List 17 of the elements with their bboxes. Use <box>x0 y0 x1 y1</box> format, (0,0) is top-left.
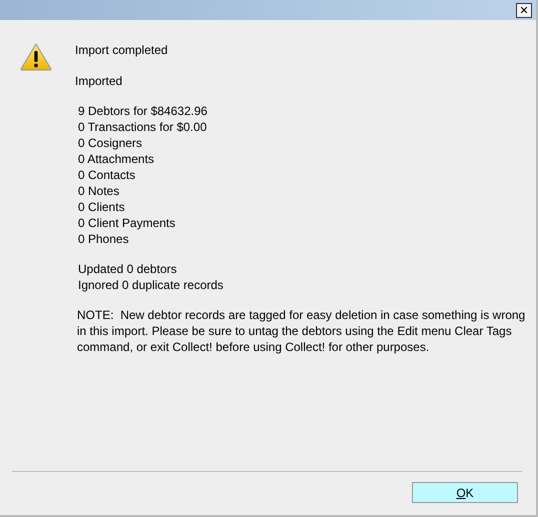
count-line: 0 Cosigners <box>78 135 144 151</box>
count-line: 0 Notes <box>78 183 120 199</box>
close-button[interactable]: ✕ <box>516 2 532 18</box>
subheading-text: Imported <box>75 73 124 89</box>
note-text: NOTE: New debtor records are tagged for easy deletion in case something is wrong in this import. Please be sure to untag the debtors using the Edit menu Clear Tags command, or exit Collect! before using Collect! for other purposes. <box>77 307 526 355</box>
count-line: 0 Contacts <box>78 167 136 183</box>
count-line: 0 Client Payments <box>78 215 176 231</box>
heading-text: Import completed <box>75 42 169 58</box>
count-line: 0 Attachments <box>78 151 156 167</box>
ok-button[interactable]: OK <box>412 482 518 503</box>
count-line: 9 Debtors for $84632.96 <box>78 103 208 119</box>
summary-line: Ignored 0 duplicate records <box>78 277 224 293</box>
warning-icon <box>20 43 52 71</box>
summary-line: Updated 0 debtors <box>78 261 178 277</box>
count-line: 0 Clients <box>78 199 126 215</box>
count-line: 0 Phones <box>78 231 130 247</box>
count-line: 0 Transactions for $0.00 <box>78 119 208 135</box>
